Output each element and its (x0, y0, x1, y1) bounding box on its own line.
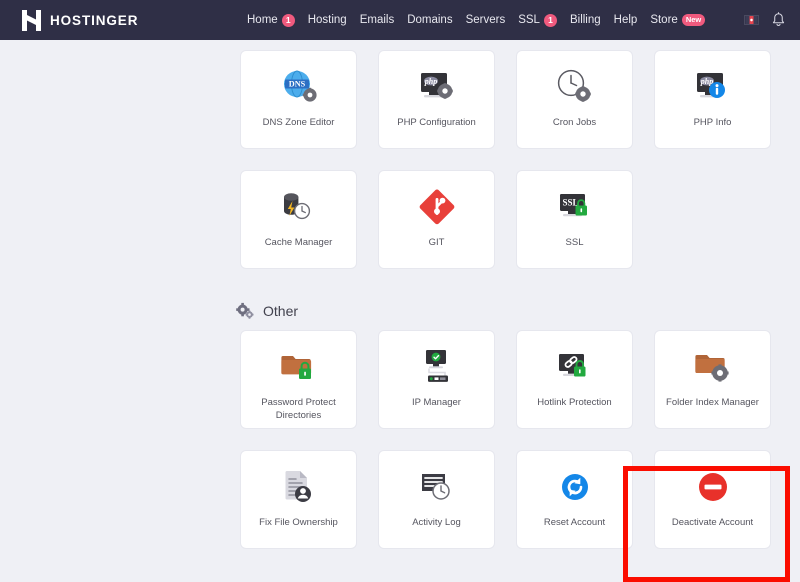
document-person-icon (278, 461, 320, 513)
card-label: PHP Configuration (397, 117, 476, 128)
card-label: Hotlink Protection (537, 397, 612, 408)
card-deactivate-account[interactable]: Deactivate Account (654, 450, 771, 549)
nav-label: Servers (465, 14, 506, 26)
notification-bell-icon[interactable] (771, 12, 786, 28)
main-content: DNS DNS Zone Editor php PHP Configuratio… (0, 50, 800, 549)
nav-item-home[interactable]: Home 1 (247, 13, 295, 27)
nav-item-emails[interactable]: Emails (360, 14, 395, 26)
card-label: GIT (428, 237, 445, 248)
gears-icon (236, 302, 254, 319)
hostinger-h-logo-icon (22, 9, 41, 31)
nav-label: Help (613, 14, 638, 26)
card-cron-jobs[interactable]: Cron Jobs (516, 50, 633, 149)
nav-item-help[interactable]: Help (614, 14, 638, 26)
card-dns-zone-editor[interactable]: DNS DNS Zone Editor (240, 50, 357, 149)
php-screen-gear-icon: php (416, 61, 458, 113)
section-header-other: Other (236, 302, 800, 320)
other-tools-grid: Password Protect Directories IP Manager (240, 330, 800, 549)
nav-label: Billing (569, 14, 601, 26)
card-label: DNS Zone Editor (262, 117, 335, 128)
php-screen-info-icon: php (692, 61, 734, 113)
card-label: Activity Log (412, 517, 461, 528)
nav-item-hosting[interactable]: Hosting (308, 14, 347, 26)
log-clock-icon (416, 461, 458, 513)
folder-gear-icon (692, 341, 734, 393)
card-php-info[interactable]: php PHP Info (654, 50, 771, 149)
nav-badge: 1 (543, 13, 557, 27)
top-navigation-bar: HOSTINGER Home 1 Hosting Emails Domains … (0, 0, 800, 40)
card-label: Cache Manager (264, 237, 333, 248)
refresh-circle-icon (554, 461, 596, 513)
monitor-link-lock-icon (554, 341, 596, 393)
card-label: Password Protect Directories (261, 397, 336, 422)
database-bolt-clock-icon (278, 181, 320, 233)
card-hotlink-protection[interactable]: Hotlink Protection (516, 330, 633, 429)
brand-logo[interactable]: HOSTINGER (22, 9, 139, 31)
nav-item-store[interactable]: Store New (650, 14, 706, 26)
nav-item-servers[interactable]: Servers (466, 14, 506, 26)
nav-label: SSL (518, 14, 540, 26)
main-nav: Home 1 Hosting Emails Domains Servers SS… (247, 0, 706, 40)
card-cache-manager[interactable]: Cache Manager (240, 170, 357, 269)
nav-right-actions (744, 0, 786, 40)
minus-circle-icon (692, 461, 734, 513)
card-ssl[interactable]: SSL SSL (516, 170, 633, 269)
svg-text:DNS: DNS (288, 80, 305, 89)
card-label: Cron Jobs (552, 117, 597, 128)
nav-label: Emails (359, 14, 395, 26)
card-fix-file-ownership[interactable]: Fix File Ownership (240, 450, 357, 549)
nav-label: Home (247, 14, 278, 26)
card-activity-log[interactable]: Activity Log (378, 450, 495, 549)
flag-icon[interactable] (744, 15, 759, 25)
nav-label: Store (650, 14, 678, 26)
svg-text:php: php (423, 77, 436, 86)
git-diamond-icon (416, 181, 458, 233)
nav-badge-new: New (681, 14, 706, 26)
section-title: Other (263, 303, 299, 319)
nav-item-billing[interactable]: Billing (570, 14, 601, 26)
card-label: IP Manager (412, 397, 461, 408)
card-label: PHP Info (693, 117, 732, 128)
card-label: SSL (565, 237, 584, 248)
card-label: Fix File Ownership (259, 517, 338, 528)
clock-gear-icon (554, 61, 596, 113)
nav-badge: 1 (281, 13, 295, 27)
brand-name: HOSTINGER (50, 12, 139, 28)
card-label: Folder Index Manager (666, 397, 759, 408)
nav-item-domains[interactable]: Domains (407, 14, 452, 26)
card-label: Reset Account (543, 517, 606, 528)
card-git[interactable]: GIT (378, 170, 495, 269)
card-reset-account[interactable]: Reset Account (516, 450, 633, 549)
nav-label: Domains (407, 14, 453, 26)
nav-item-ssl[interactable]: SSL 1 (518, 13, 557, 27)
card-folder-index-manager[interactable]: Folder Index Manager (654, 330, 771, 429)
ssl-screen-lock-icon: SSL (554, 181, 596, 233)
monitor-server-icon (416, 341, 458, 393)
folder-lock-icon (278, 341, 320, 393)
card-php-configuration[interactable]: php PHP Configuration (378, 50, 495, 149)
advanced-tools-grid: DNS DNS Zone Editor php PHP Configuratio… (240, 50, 800, 269)
card-password-protect-directories[interactable]: Password Protect Directories (240, 330, 357, 429)
card-label: Deactivate Account (671, 517, 754, 528)
dns-globe-gear-icon: DNS (278, 61, 320, 113)
card-ip-manager[interactable]: IP Manager (378, 330, 495, 429)
nav-label: Hosting (307, 14, 347, 26)
